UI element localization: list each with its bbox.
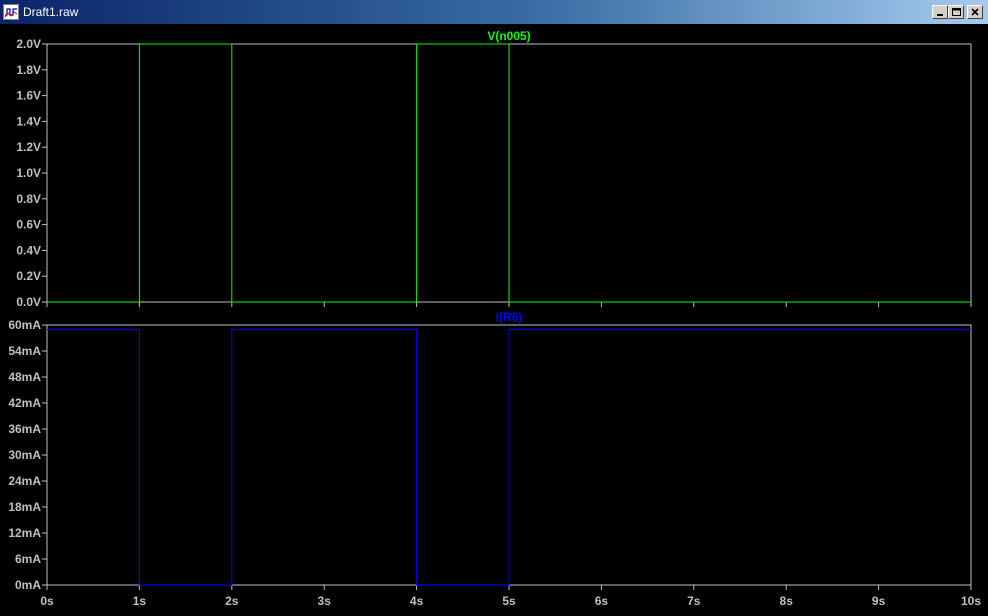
trace-i-r6 bbox=[47, 328, 971, 586]
x-tick-label: 3s bbox=[318, 594, 332, 608]
y-tick-label: 0.8V bbox=[16, 192, 41, 206]
y-tick-label: 1.0V bbox=[16, 166, 41, 180]
minimize-icon bbox=[937, 14, 943, 16]
x-tick-label: 7s bbox=[687, 594, 701, 608]
y-tick-label: 1.2V bbox=[16, 140, 41, 154]
y-tick-label: 30mA bbox=[8, 448, 41, 462]
waveform-app-icon[interactable] bbox=[3, 4, 19, 20]
y-tick-label: 1.8V bbox=[16, 63, 41, 77]
plot-area[interactable]: V(n005) 0.0V 0.2V 0.4V 0.6V 0.8V 1.0V 1.2V 1.4V… bbox=[0, 24, 988, 616]
y-tick-label: 0.4V bbox=[16, 243, 41, 257]
y-tick-label: 18mA bbox=[8, 500, 41, 514]
pane-title-voltage[interactable]: V(n005) bbox=[487, 29, 530, 43]
y-tick-label: 0.6V bbox=[16, 218, 41, 232]
voltage-pane[interactable]: V(n005) 0.0V 0.2V 0.4V 0.6V 0.8V 1.0V 1.2V 1.4V… bbox=[16, 29, 972, 309]
x-tick-label: 2s bbox=[225, 594, 239, 608]
y-tick-label: 2.0V bbox=[16, 37, 41, 51]
x-tick-label: 6s bbox=[595, 594, 609, 608]
y-tick-label: 24mA bbox=[8, 474, 41, 488]
x-tick-label: 10s bbox=[961, 594, 981, 608]
y-tick-label: 0.2V bbox=[16, 269, 41, 283]
x-tick-label: 8s bbox=[780, 594, 794, 608]
close-button[interactable] bbox=[967, 5, 983, 19]
x-tick-label: 5s bbox=[502, 594, 516, 608]
current-pane[interactable]: I(R6) 0mA 6mA 12mA 18mA 24mA 30mA 36mA 42mA 48mA… bbox=[8, 310, 981, 608]
y-tick-label: 42mA bbox=[8, 396, 41, 410]
y-tick-label: 0mA bbox=[15, 578, 41, 592]
y-tick-label: 54mA bbox=[8, 344, 41, 358]
y-tick-label: 48mA bbox=[8, 370, 41, 384]
minimize-button[interactable] bbox=[932, 5, 948, 19]
x-tick-label: 4s bbox=[410, 594, 424, 608]
y-tick-label: 1.4V bbox=[16, 114, 41, 128]
maximize-button[interactable] bbox=[948, 5, 964, 19]
y-tick-label: 0.0V bbox=[16, 295, 41, 309]
y-tick-label: 60mA bbox=[8, 318, 41, 332]
close-icon bbox=[971, 8, 979, 16]
y-tick-label: 6mA bbox=[15, 552, 41, 566]
maximize-icon bbox=[952, 8, 961, 16]
x-tick-label: 0s bbox=[40, 594, 54, 608]
pane-title-current[interactable]: I(R6) bbox=[496, 310, 523, 324]
title-bar[interactable]: Draft1.raw bbox=[0, 0, 988, 24]
y-tick-label: 1.6V bbox=[16, 89, 41, 103]
y-tick-label: 12mA bbox=[8, 526, 41, 540]
waveform-plots[interactable]: V(n005) 0.0V 0.2V 0.4V 0.6V 0.8V 1.0V 1.2V 1.4V… bbox=[0, 24, 988, 616]
waveform-window: Draft1.raw V(n005) 0.0V 0.2V 0.4V 0.6V 0.8V 1… bbox=[0, 0, 988, 616]
trace-v-n005 bbox=[47, 43, 971, 303]
window-title: Draft1.raw bbox=[23, 5, 79, 19]
x-tick-label: 9s bbox=[872, 594, 886, 608]
y-tick-label: 36mA bbox=[8, 422, 41, 436]
x-tick-label: 1s bbox=[133, 594, 147, 608]
